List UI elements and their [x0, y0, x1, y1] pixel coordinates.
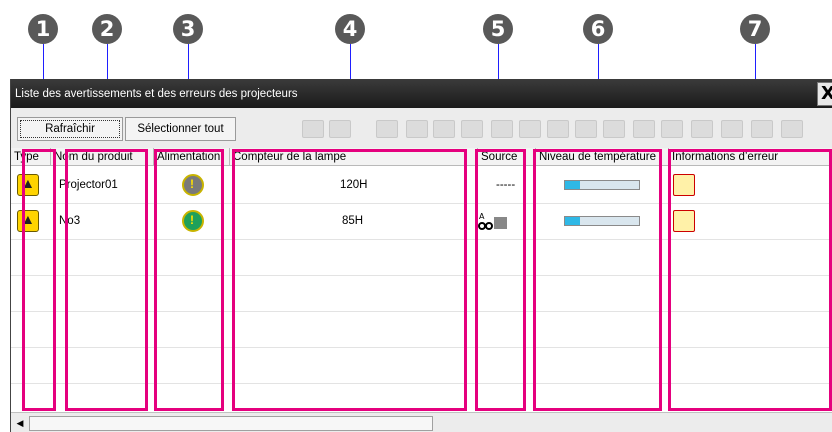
scrollbar-thumb[interactable]: [29, 416, 433, 431]
callout-4: 4: [335, 14, 365, 44]
window-title: Liste des avertissements et des erreurs …: [15, 88, 298, 100]
network-icon[interactable]: [691, 120, 713, 138]
input-serial2-icon[interactable]: [661, 120, 683, 138]
title-bar: Liste des avertissements et des erreurs …: [11, 79, 832, 108]
callout-6: 6: [583, 14, 613, 44]
callout-2: 2: [92, 14, 122, 44]
toolbar: Rafraîchir Sélectionner tout: [11, 108, 832, 148]
power-standby-icon[interactable]: [302, 120, 324, 138]
highlight-error-column: [668, 149, 832, 411]
power-on-icon[interactable]: [329, 120, 351, 138]
horizontal-scrollbar[interactable]: ◀: [11, 412, 832, 432]
usb-display-icon[interactable]: [721, 120, 743, 138]
highlight-name-column: [65, 149, 148, 411]
input-serial-icon[interactable]: [603, 120, 625, 138]
input-video-icon[interactable]: [433, 120, 455, 138]
input-component-icon[interactable]: [491, 120, 513, 138]
callout-5: 5: [483, 14, 513, 44]
input-mp-icon[interactable]: [633, 120, 655, 138]
highlight-temperature-column: [533, 149, 662, 411]
close-button[interactable]: X: [817, 82, 832, 106]
callout-1: 1: [28, 14, 58, 44]
highlight-power-column: [154, 149, 224, 411]
input-computer2-icon[interactable]: [406, 120, 428, 138]
input-hdmi-icon[interactable]: [519, 120, 541, 138]
usb-device-icon[interactable]: [751, 120, 773, 138]
wireless-icon[interactable]: [781, 120, 803, 138]
refresh-button[interactable]: Rafraîchir: [17, 117, 123, 141]
callout-7: 7: [740, 14, 770, 44]
highlight-lamp-column: [232, 149, 467, 411]
highlight-type-column: [22, 149, 56, 411]
select-all-button[interactable]: Sélectionner tout: [125, 117, 236, 141]
input-svideo-icon[interactable]: [461, 120, 483, 138]
scroll-left-icon[interactable]: ◀: [14, 417, 26, 429]
input-dvi-icon[interactable]: [547, 120, 569, 138]
input-usb-icon[interactable]: [575, 120, 597, 138]
highlight-source-column: [475, 149, 526, 411]
callout-3: 3: [173, 14, 203, 44]
input-computer1-icon[interactable]: [376, 120, 398, 138]
